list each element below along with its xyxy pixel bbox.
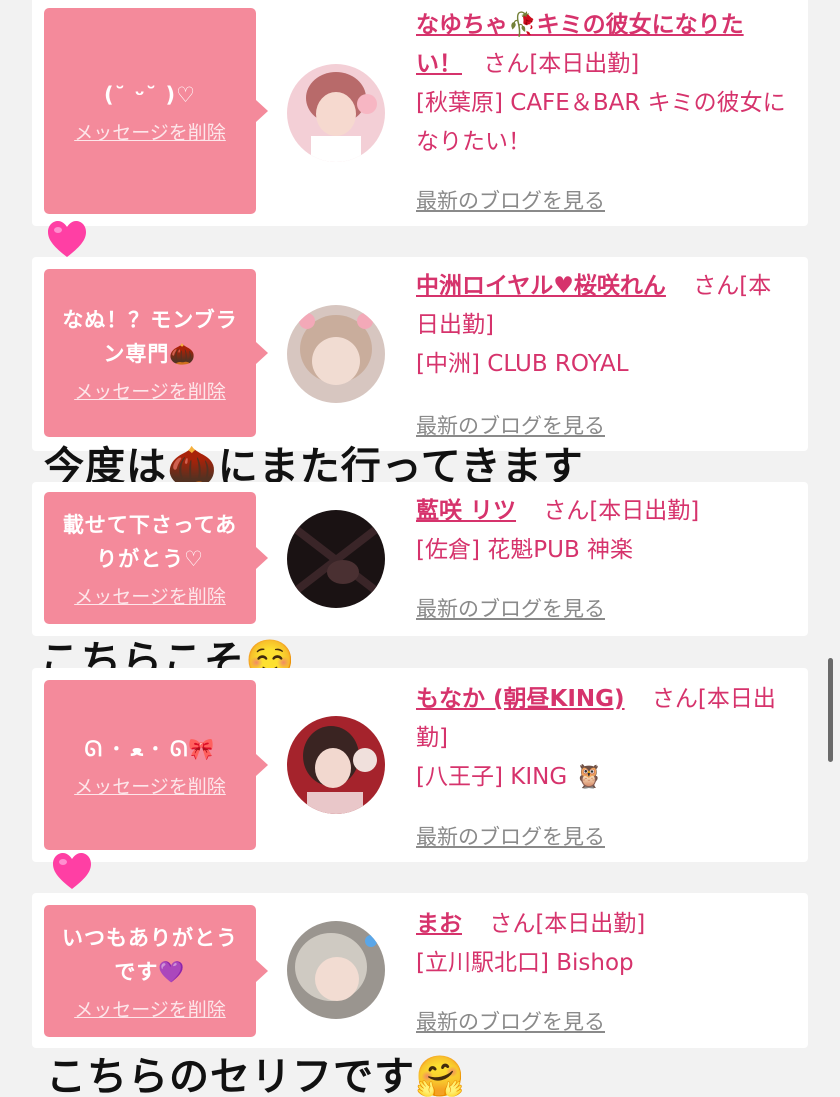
shop-info: [立川駅北口] Bishop — [416, 950, 634, 976]
delete-message-link[interactable]: メッセージを削除 — [74, 118, 226, 145]
girl-name-link[interactable]: 中洲ロイヤル♥桜咲れん — [416, 273, 666, 299]
message-bubble: ᘏ ･ ﻌ ･ ᘏ🎀 メッセージを削除 — [44, 680, 268, 850]
girl-card-5: いつもありがとうです💜 メッセージを削除 まお さん[本日出勤] [立川駅北口]… — [32, 893, 808, 1048]
delete-message-link[interactable]: メッセージを削除 — [74, 772, 226, 799]
girl-card-4: ᘏ ･ ﻌ ･ ᘏ🎀 メッセージを削除 もなか (朝昼KING) さん[本日出勤… — [32, 668, 808, 862]
avatar[interactable] — [287, 716, 385, 814]
blog-link[interactable]: 最新のブログを見る — [416, 590, 605, 629]
delete-message-link[interactable]: メッセージを削除 — [74, 582, 226, 609]
girl-status: さん[本日出勤] — [543, 498, 700, 524]
message-bubble: なぬ！？モンブラン専門🌰 メッセージを削除 — [44, 269, 268, 437]
shop-info: [佐倉] 花魁PUB 神楽 — [416, 537, 634, 563]
delete-message-link[interactable]: メッセージを削除 — [74, 377, 226, 404]
blog-link[interactable]: 最新のブログを見る — [416, 818, 605, 857]
handwritten-comment-3: こちらのセリフです🤗 — [46, 1054, 466, 1097]
scrollbar[interactable] — [828, 658, 833, 762]
message-bubble: 載せて下さってありがとう♡ メッセージを削除 — [44, 492, 268, 624]
message-text: なぬ！？モンブラン専門🌰 — [62, 307, 238, 366]
girl-info: まお さん[本日出勤] [立川駅北口] Bishop 最新のブログを見る — [416, 905, 788, 1034]
girl-info: なゆちゃ🥀キミの彼女になりたい！ さん[本日出勤] [秋葉原] CAFE＆BAR… — [416, 6, 788, 213]
message-text: ᘏ ･ ﻌ ･ ᘏ🎀 — [84, 736, 216, 761]
girl-name-link[interactable]: 藍咲 リツ — [416, 498, 516, 524]
shop-info: [中洲] CLUB ROYAL — [416, 351, 629, 377]
girl-name-link[interactable]: まお — [416, 911, 462, 937]
message-text: 載せて下さってありがとう♡ — [62, 512, 238, 571]
avatar[interactable] — [287, 510, 385, 608]
girl-info: 中洲ロイヤル♥桜咲れん さん[本日出勤] [中洲] CLUB ROYAL 最新の… — [416, 267, 788, 438]
girl-card-2: なぬ！？モンブラン専門🌰 メッセージを削除 中洲ロイヤル♥桜咲れん さん[本日出… — [32, 257, 808, 451]
girl-info: もなか (朝昼KING) さん[本日出勤] [八王子] KING 🦉 最新のブロ… — [416, 680, 788, 849]
message-bubble: (˘ ᵕ˘ )♡ メッセージを削除 — [44, 8, 268, 214]
message-bubble: いつもありがとうです💜 メッセージを削除 — [44, 905, 268, 1037]
delete-message-link[interactable]: メッセージを削除 — [74, 995, 226, 1022]
message-text: いつもありがとうです💜 — [62, 925, 238, 984]
avatar[interactable] — [287, 305, 385, 403]
avatar[interactable] — [287, 64, 385, 162]
girl-name-link[interactable]: もなか (朝昼KING) — [416, 686, 625, 712]
shop-info: [秋葉原] CAFE＆BAR キミの彼女になりたい！ — [416, 90, 786, 155]
blog-link[interactable]: 最新のブログを見る — [416, 182, 605, 221]
girl-card-1: (˘ ᵕ˘ )♡ メッセージを削除 なゆちゃ🥀キミの彼女になりたい！ さん[本日… — [32, 0, 808, 226]
girl-card-3: 載せて下さってありがとう♡ メッセージを削除 藍咲 リツ さん[本日出勤] [佐… — [32, 482, 808, 636]
girl-status: さん[本日出勤] — [489, 911, 646, 937]
shop-info: [八王子] KING 🦉 — [416, 764, 604, 790]
girl-status: さん[本日出勤] — [483, 51, 640, 77]
girl-info: 藍咲 リツ さん[本日出勤] [佐倉] 花魁PUB 神楽 最新のブログを見る — [416, 492, 788, 621]
pink-heart-icon — [46, 219, 88, 261]
avatar[interactable] — [287, 921, 385, 1019]
pink-heart-icon — [51, 851, 93, 893]
blog-link[interactable]: 最新のブログを見る — [416, 1003, 605, 1042]
message-text: (˘ ᵕ˘ )♡ — [104, 82, 196, 107]
